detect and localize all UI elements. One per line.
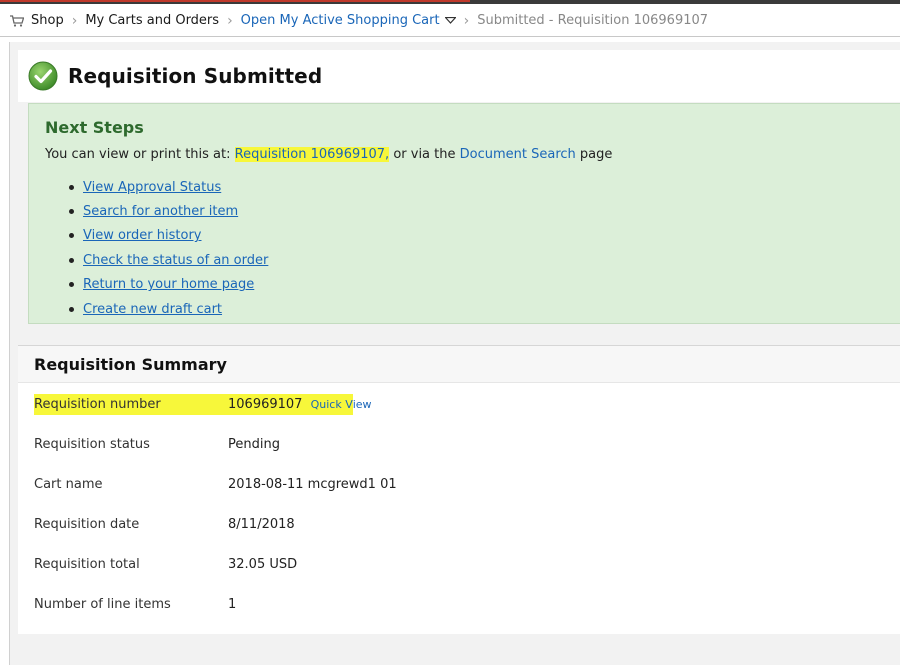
requisition-summary: Requisition Summary Requisition number 1… <box>18 345 900 634</box>
summary-title: Requisition Summary <box>18 346 900 383</box>
breadcrumb-shop-label: Shop <box>31 13 64 28</box>
top-accent <box>0 0 470 2</box>
view-approval-status-link[interactable]: View Approval Status <box>83 180 221 195</box>
bullet-icon <box>69 209 74 215</box>
next-steps-mid: or via the <box>389 147 460 162</box>
breadcrumb: Shop › My Carts and Orders › Open My Act… <box>0 5 900 37</box>
page-title: Requisition Submitted <box>68 64 323 88</box>
summary-label: Cart name <box>34 476 103 492</box>
list-item: Create new draft cart <box>69 297 268 321</box>
chevron-right-icon: › <box>463 12 470 29</box>
search-another-item-link[interactable]: Search for another item <box>83 204 238 219</box>
breadcrumb-current: Submitted - Requisition 106969107 <box>477 13 709 28</box>
breadcrumb-carts-orders[interactable]: My Carts and Orders <box>85 13 219 28</box>
breadcrumb-shop[interactable]: Shop <box>10 13 64 28</box>
requisition-number-label: Requisition number <box>34 393 228 415</box>
list-item: Check the status of an order <box>69 248 268 272</box>
view-order-history-link[interactable]: View order history <box>83 228 202 243</box>
check-order-status-link[interactable]: Check the status of an order <box>83 253 268 268</box>
quick-view-link[interactable]: Quick V <box>311 398 353 411</box>
next-steps-panel: Next Steps You can view or print this at… <box>28 103 900 324</box>
breadcrumb-active-cart[interactable]: Open My Active Shopping Cart <box>241 13 456 28</box>
bullet-icon <box>69 184 74 190</box>
create-draft-cart-link[interactable]: Create new draft cart <box>83 302 222 317</box>
next-steps-title: Next Steps <box>45 118 144 137</box>
summary-row-total: Requisition total 32.05 USD <box>34 552 297 576</box>
summary-value: 106969107 Quick View <box>228 393 372 415</box>
summary-row-date: Requisition date 8/11/2018 <box>34 512 295 536</box>
requisition-number-value: 106969107 <box>228 396 303 412</box>
chevron-right-icon: › <box>71 12 78 29</box>
chevron-right-icon: › <box>227 12 233 29</box>
summary-label: Requisition number <box>34 393 228 415</box>
summary-value: 8/11/2018 <box>228 516 295 532</box>
bullet-icon <box>69 257 74 263</box>
summary-label: Requisition status <box>34 436 150 452</box>
list-item: View Approval Status <box>69 175 268 199</box>
breadcrumb-active-cart-label: Open My Active Shopping Cart <box>240 13 440 28</box>
next-steps-text: You can view or print this at: Requisiti… <box>45 147 612 162</box>
summary-row-line-items: Number of line items 1 <box>34 592 236 616</box>
page-header: Requisition Submitted <box>18 50 900 102</box>
summary-label: Requisition total <box>34 556 140 572</box>
cart-icon <box>10 14 24 27</box>
next-steps-suffix: page <box>575 147 613 162</box>
summary-row-cart-name: Cart name 2018-08-11 mcgrewd1 01 <box>34 472 397 496</box>
bullet-icon <box>69 282 74 288</box>
summary-row-status: Requisition status Pending <box>34 432 280 456</box>
summary-value: Pending <box>228 436 280 452</box>
return-home-link[interactable]: Return to your home page <box>83 277 254 292</box>
list-item: View order history <box>69 224 268 248</box>
main-panel: Requisition Submitted Next Steps You can… <box>9 42 900 665</box>
bullet-icon <box>69 233 74 239</box>
summary-value: 2018-08-11 mcgrewd1 01 <box>228 476 397 492</box>
next-steps-prefix: You can view or print this at: <box>45 147 235 162</box>
bullet-icon <box>69 306 74 312</box>
check-circle-icon <box>28 61 58 91</box>
next-steps-links: View Approval Status Search for another … <box>69 175 268 321</box>
summary-label: Requisition date <box>34 516 140 532</box>
document-search-link[interactable]: Document Search <box>460 147 576 162</box>
requisition-link[interactable]: Requisition 106969107, <box>234 147 390 162</box>
list-item: Return to your home page <box>69 273 268 297</box>
quick-view-link-end[interactable]: iew <box>353 398 372 411</box>
summary-value: 1 <box>228 596 237 612</box>
summary-row-number: Requisition number 106969107 Quick View <box>34 392 372 416</box>
summary-value: 32.05 USD <box>228 556 298 572</box>
caret-down-icon[interactable] <box>444 17 456 24</box>
summary-label: Number of line items <box>34 596 171 612</box>
list-item: Search for another item <box>69 199 268 223</box>
top-strip <box>0 0 900 4</box>
